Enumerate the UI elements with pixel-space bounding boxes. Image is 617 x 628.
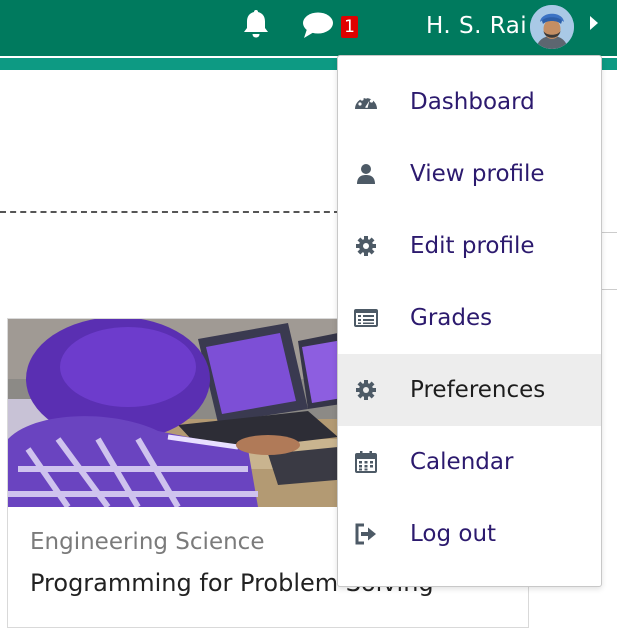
menu-item-label: View profile <box>410 161 545 187</box>
user-menu-dropdown: Dashboard View profile Edit profile Grad… <box>337 55 602 587</box>
menu-item-label: Dashboard <box>410 89 535 115</box>
menu-item-preferences[interactable]: Preferences <box>338 354 601 426</box>
menu-item-label: Preferences <box>410 377 546 403</box>
dashboard-icon <box>355 95 377 109</box>
calendar-icon <box>355 451 377 473</box>
menu-item-grades[interactable]: Grades <box>338 282 601 354</box>
chat-icon[interactable] <box>301 11 334 41</box>
cog-icon <box>356 236 376 256</box>
menu-item-calendar[interactable]: Calendar <box>338 426 601 498</box>
top-navbar: 1 H. S. Rai <box>0 0 617 56</box>
cog-icon <box>356 380 376 400</box>
caret-right-icon[interactable] <box>590 16 598 30</box>
menu-item-view-profile[interactable]: View profile <box>338 138 601 210</box>
menu-item-edit-profile[interactable]: Edit profile <box>338 210 601 282</box>
avatar-image <box>530 5 574 49</box>
course-category: Engineering Science <box>30 529 265 555</box>
grades-table-icon <box>354 309 378 327</box>
sign-out-icon <box>355 523 376 545</box>
menu-item-label: Edit profile <box>410 233 535 259</box>
user-name[interactable]: H. S. Rai <box>426 10 527 42</box>
menu-item-label: Calendar <box>410 449 514 475</box>
avatar[interactable] <box>530 5 574 49</box>
menu-item-label: Log out <box>410 521 497 547</box>
section-divider <box>0 211 340 213</box>
bell-icon[interactable] <box>240 8 272 40</box>
message-count-badge: 1 <box>341 16 358 38</box>
menu-item-dashboard[interactable]: Dashboard <box>338 66 601 138</box>
menu-item-log-out[interactable]: Log out <box>338 498 601 570</box>
menu-item-label: Grades <box>410 305 493 331</box>
user-icon <box>357 164 375 184</box>
